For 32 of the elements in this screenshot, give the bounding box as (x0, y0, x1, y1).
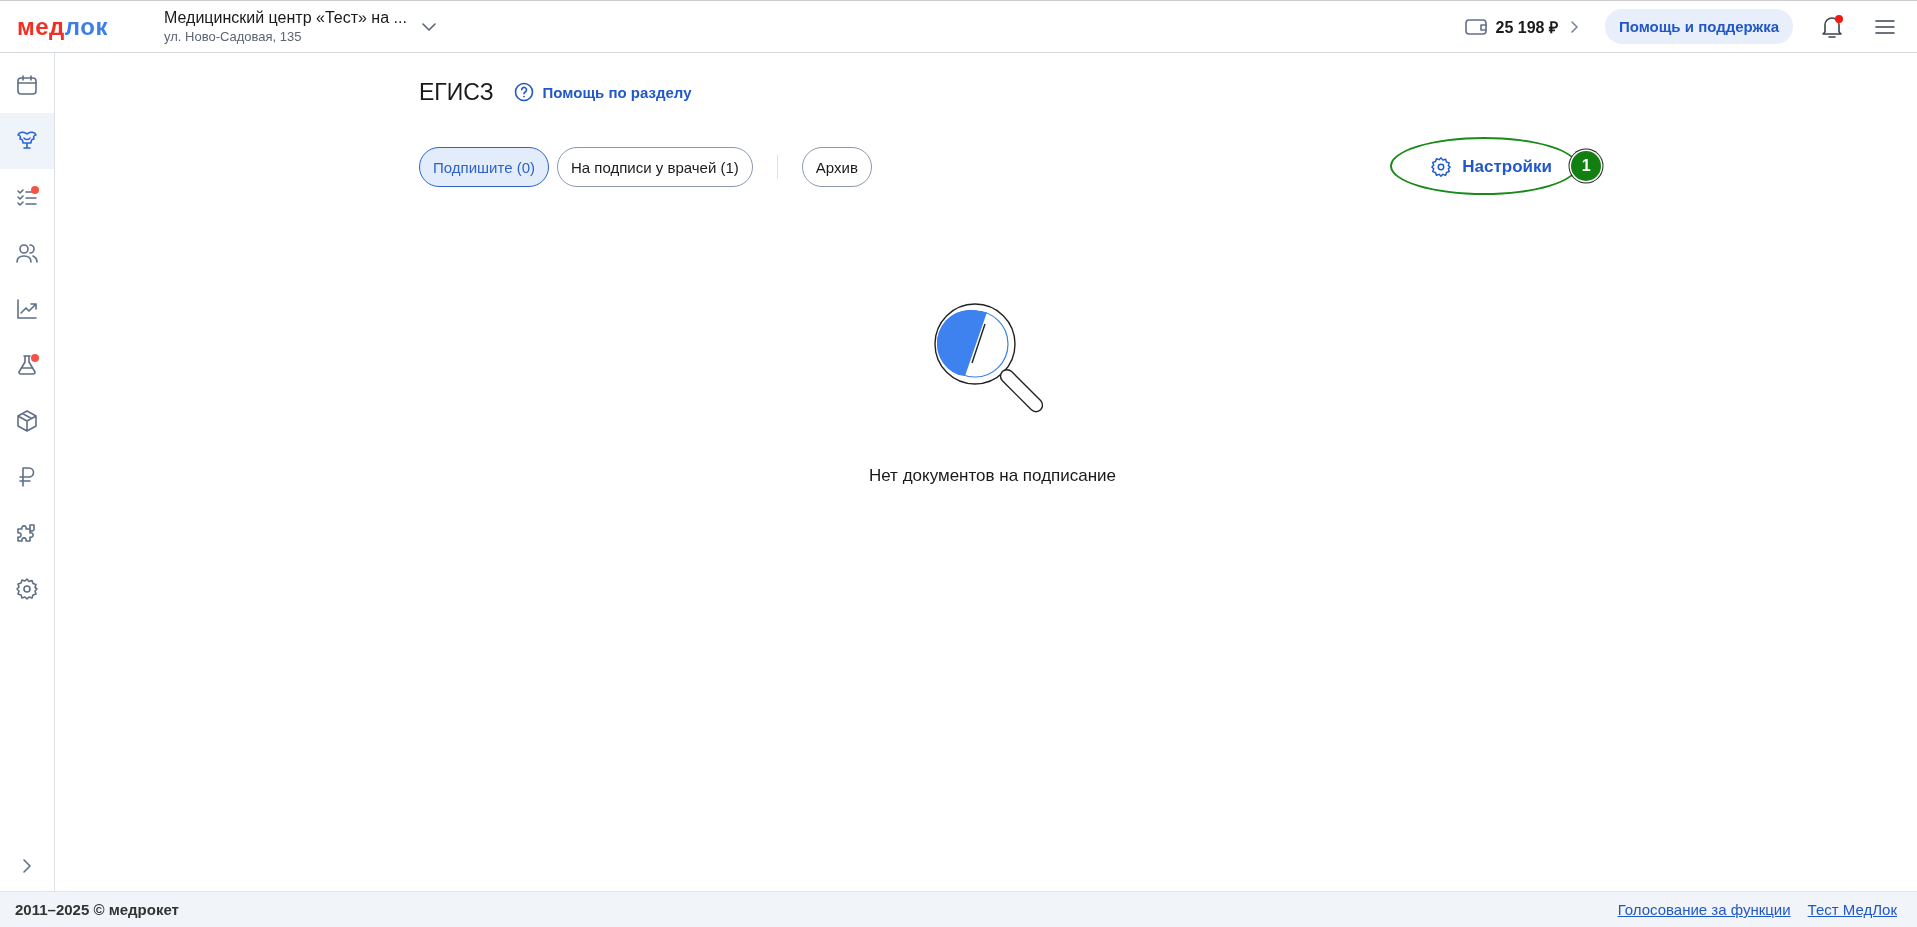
sidebar-item[interactable] (0, 113, 54, 169)
users-icon (15, 241, 39, 265)
footer-link[interactable]: Голосование за функции (1617, 901, 1791, 918)
empty-state-message: Нет документов на подписание (868, 466, 1117, 486)
filter-tab[interactable]: На подписи у врачей (1) (557, 147, 753, 187)
wallet-icon (1464, 17, 1487, 36)
copyright-text: 2011–2025 © медрокет (15, 901, 179, 918)
logo-text: мед (17, 12, 65, 40)
clinic-address: ул. Ново-Садовая, 135 (164, 29, 303, 44)
chevron-right-icon[interactable] (22, 858, 32, 874)
annotation-number: 1 (1571, 151, 1602, 181)
help-link[interactable]: Помощь по разделу (513, 82, 692, 102)
settings-icon (15, 577, 39, 601)
help-icon (513, 82, 534, 102)
filter-tab[interactable]: Подпишите (0) (419, 147, 549, 187)
menu-icon[interactable] (1875, 18, 1895, 35)
page-title: ЕГИСЗ (419, 78, 494, 106)
notification-bell-icon[interactable] (1821, 14, 1843, 39)
chevron-down-icon[interactable] (420, 21, 437, 32)
chart-icon (15, 297, 39, 321)
chevron-right-icon[interactable] (1569, 19, 1579, 34)
balance-amount[interactable]: 25 198 ₽ (1495, 15, 1558, 38)
filter-tab[interactable]: Архив (801, 147, 872, 187)
box-icon (15, 409, 39, 433)
flask-icon (15, 353, 39, 377)
settings-icon (1430, 156, 1453, 178)
clinic-name: Медицинский центр «Тест» на ... (164, 9, 407, 27)
settings-button[interactable]: Настройки (1430, 156, 1552, 178)
logo-text: лок (64, 12, 108, 40)
footer-link[interactable]: Тест МедЛок (1807, 901, 1897, 918)
calendar-icon (15, 73, 39, 97)
support-button[interactable]: Помощь и поддержка (1604, 9, 1793, 44)
